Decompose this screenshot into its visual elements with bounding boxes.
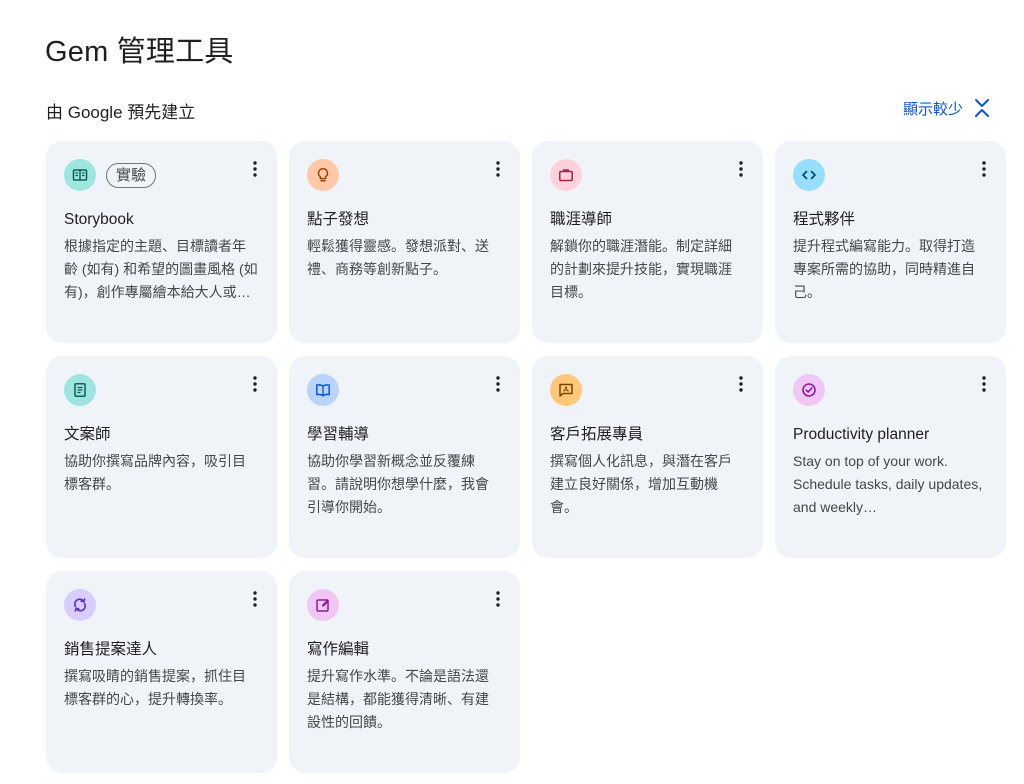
more-vert-icon (982, 376, 986, 392)
more-options-button[interactable] (488, 372, 508, 396)
more-options-button[interactable] (731, 157, 751, 181)
card-description: 提升程式編寫能力。取得打造專案所需的協助，同時精進自己。 (793, 238, 975, 300)
more-vert-icon (739, 161, 743, 177)
card-title: 寫作編輯 (307, 641, 370, 658)
gem-card-copywriter[interactable]: 文案師 協助你撰寫品牌內容，吸引目標客群。 (46, 356, 277, 558)
gem-card-productivity-planner[interactable]: Productivity planner Stay on top of your… (775, 356, 1006, 558)
card-description: Stay on top of your work. Schedule tasks… (793, 453, 983, 515)
open-book-icon (307, 374, 339, 406)
briefcase-icon (550, 159, 582, 191)
section-title: 由 Google 預先建立 (46, 103, 196, 122)
experimental-badge: 實驗 (106, 162, 157, 188)
message-icon (550, 374, 582, 406)
card-title: 程式夥伴 (793, 211, 856, 228)
card-title: 點子發想 (307, 211, 370, 228)
edit-icon (307, 589, 339, 621)
gem-card-outreach[interactable]: 客戶拓展專員 撰寫個人化訊息，與潛在客戶建立良好關係，增加互動機會。 (532, 356, 763, 558)
gem-card-storybook[interactable]: 實驗 Storybook 根據指定的主題、目標讀者年齡 (如有) 和希望的圖畫風… (46, 141, 277, 343)
gem-card-career-guide[interactable]: 職涯導師 解鎖你的職涯潛能。制定詳細的計劃來提升技能，實現職涯目標。 (532, 141, 763, 343)
card-description: 撰寫吸睛的銷售提案，抓住目標客群的心，提升轉換率。 (64, 668, 246, 707)
more-options-button[interactable] (488, 587, 508, 611)
more-vert-icon (982, 161, 986, 177)
more-vert-icon (253, 591, 257, 607)
gem-card-coding-partner[interactable]: 程式夥伴 提升程式編寫能力。取得打造專案所需的協助，同時精進自己。 (775, 141, 1006, 343)
code-icon (793, 159, 825, 191)
card-description: 協助你學習新概念並反覆練習。請說明你想學什麼，我會引導你開始。 (307, 453, 489, 515)
card-description: 撰寫個人化訊息，與潛在客戶建立良好關係，增加互動機會。 (550, 453, 732, 515)
more-vert-icon (496, 161, 500, 177)
card-title: 銷售提案達人 (64, 641, 158, 658)
card-description: 根據指定的主題、目標讀者年齡 (如有) 和希望的圖畫風格 (如有)，創作專屬繪本… (64, 238, 258, 300)
card-description: 協助你撰寫品牌內容，吸引目標客群。 (64, 453, 246, 492)
show-less-label: 顯示較少 (902, 100, 963, 118)
more-options-button[interactable] (974, 157, 994, 181)
collapse-chevrons-icon (973, 97, 991, 119)
sync-icon (64, 589, 96, 621)
more-options-button[interactable] (731, 372, 751, 396)
show-less-button[interactable]: 顯示較少 (903, 97, 991, 119)
more-vert-icon (496, 376, 500, 392)
more-vert-icon (253, 161, 257, 177)
gem-card-learning-coach[interactable]: 學習輔導 協助你學習新概念並反覆練習。請說明你想學什麼，我會引導你開始。 (289, 356, 520, 558)
gem-card-writing-editor[interactable]: 寫作編輯 提升寫作水準。不論是語法還是結構，都能獲得清晰、有建設性的回饋。 (289, 571, 520, 773)
check-circle-icon (793, 374, 825, 406)
gem-card-brainstormer[interactable]: 點子發想 輕鬆獲得靈感。發想派對、送禮、商務等創新點子。 (289, 141, 520, 343)
more-options-button[interactable] (245, 587, 265, 611)
more-vert-icon (496, 591, 500, 607)
card-title: Productivity planner (793, 426, 930, 443)
more-options-button[interactable] (245, 157, 265, 181)
page-title: Gem 管理工具 (45, 36, 234, 68)
card-title: 文案師 (64, 426, 111, 443)
more-vert-icon (739, 376, 743, 392)
card-title: 職涯導師 (550, 211, 613, 228)
more-options-button[interactable] (974, 372, 994, 396)
lightbulb-icon (307, 159, 339, 191)
gem-card-grid: 實驗 Storybook 根據指定的主題、目標讀者年齡 (如有) 和希望的圖畫風… (46, 141, 1006, 773)
document-icon (64, 374, 96, 406)
more-options-button[interactable] (488, 157, 508, 181)
gem-card-sales-pitch[interactable]: 銷售提案達人 撰寫吸睛的銷售提案，抓住目標客群的心，提升轉換率。 (46, 571, 277, 773)
card-description: 解鎖你的職涯潛能。制定詳細的計劃來提升技能，實現職涯目標。 (550, 238, 732, 300)
card-description: 輕鬆獲得靈感。發想派對、送禮、商務等創新點子。 (307, 238, 489, 277)
card-title: 客戶拓展專員 (550, 426, 644, 443)
card-title: 學習輔導 (307, 426, 370, 443)
card-title: Storybook (64, 211, 134, 228)
book-icon (64, 159, 96, 191)
gem-manager-page: Gem 管理工具 由 Google 預先建立 顯示較少 實驗 Storybook… (0, 0, 1024, 784)
more-options-button[interactable] (245, 372, 265, 396)
more-vert-icon (253, 376, 257, 392)
card-description: 提升寫作水準。不論是語法還是結構，都能獲得清晰、有建設性的回饋。 (307, 668, 489, 730)
